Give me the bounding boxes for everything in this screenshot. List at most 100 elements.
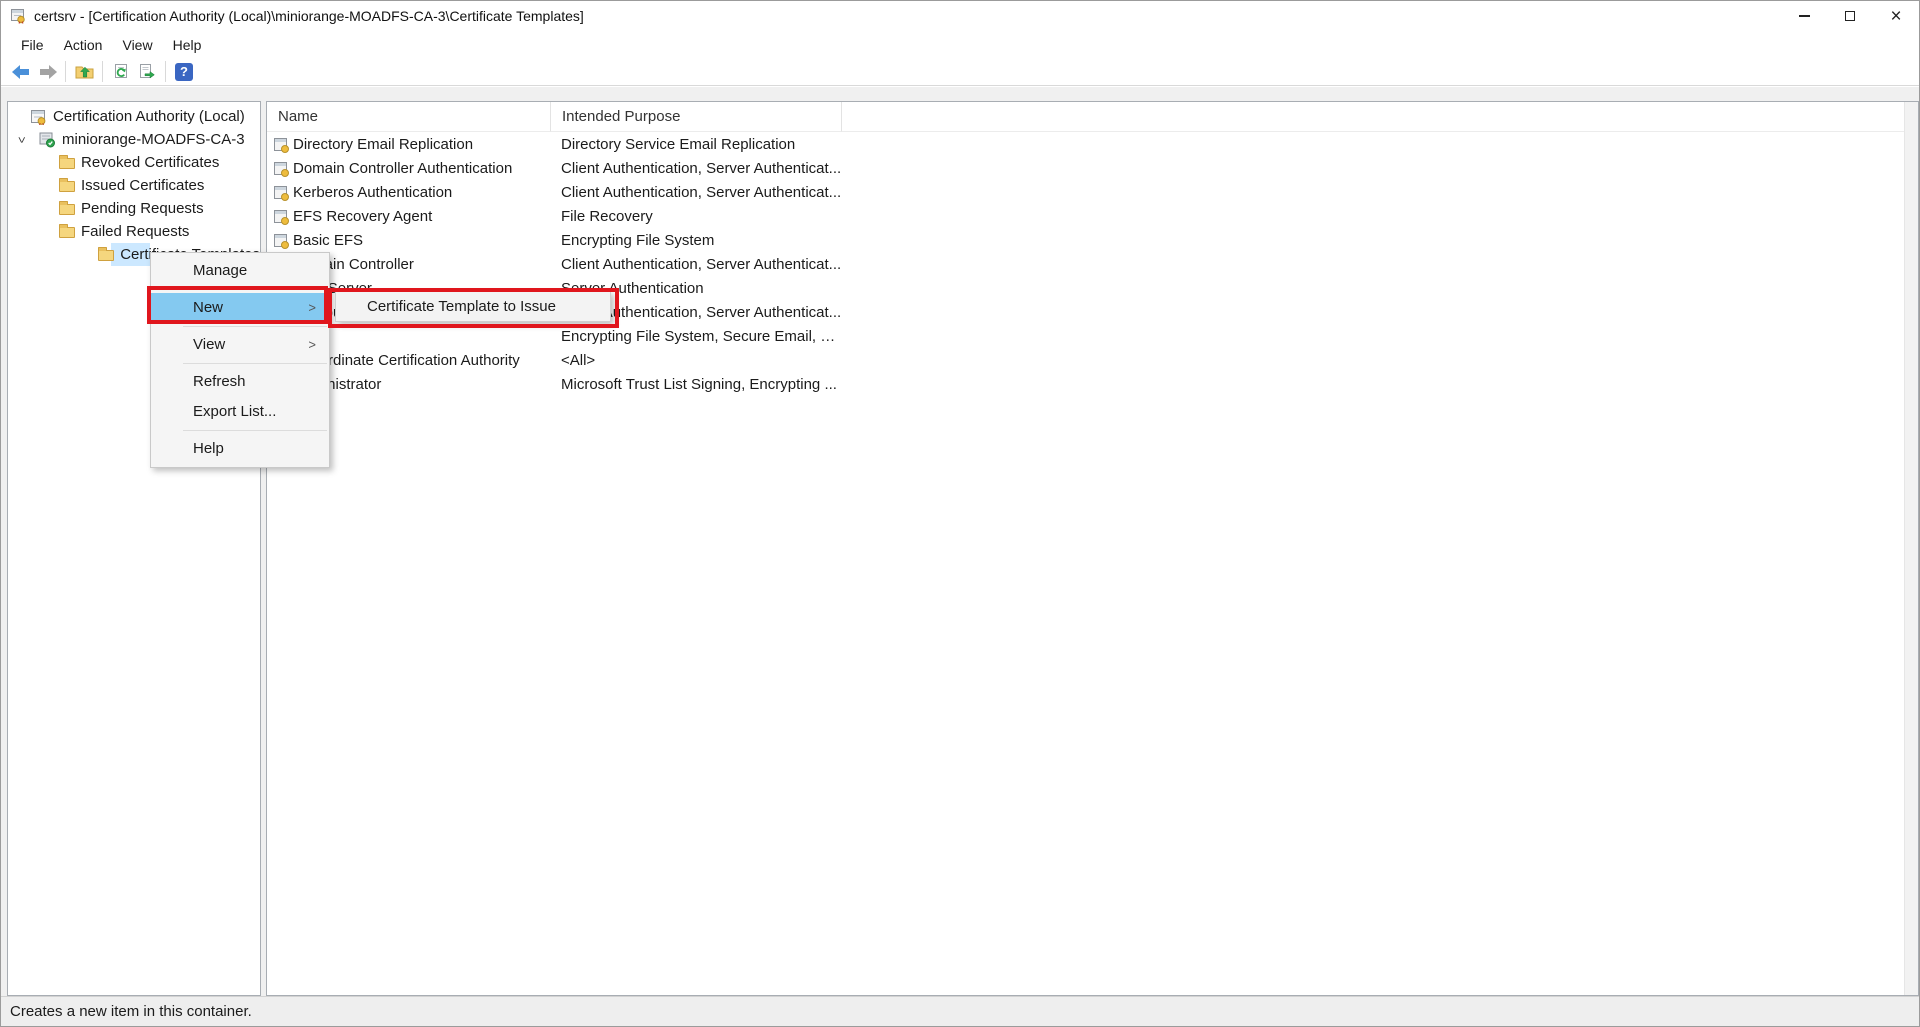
tree-item-failed-requests[interactable]: Failed Requests <box>8 220 260 243</box>
folder-icon <box>59 158 75 169</box>
column-header-name[interactable]: Name <box>267 102 551 132</box>
context-menu-item-view[interactable]: View > <box>151 330 329 360</box>
context-menu-item-refresh[interactable]: Refresh <box>151 367 329 397</box>
help-button[interactable]: ? <box>171 60 197 84</box>
template-purpose: Microsoft Trust List Signing, Encrypting… <box>551 376 842 393</box>
chevron-down-icon[interactable]: > <box>14 135 28 145</box>
table-row[interactable]: Domain Controller Authentication Client … <box>267 156 1918 180</box>
maximize-icon <box>1845 11 1855 21</box>
up-one-level-button[interactable] <box>71 60 97 84</box>
column-header-intended-purpose[interactable]: Intended Purpose <box>551 102 842 132</box>
toolbar-separator <box>165 61 166 82</box>
tree-item-revoked-certificates[interactable]: Revoked Certificates <box>8 151 260 174</box>
help-icon: ? <box>175 63 193 81</box>
menu-item-label: Manage <box>193 262 247 279</box>
export-list-icon <box>138 63 156 80</box>
context-menu-item-manage[interactable]: Manage <box>151 256 329 286</box>
template-name: Domain Controller Authentication <box>293 160 512 177</box>
template-purpose: Directory Service Email Replication <box>551 136 842 153</box>
certificate-template-icon <box>274 138 287 151</box>
template-name: Kerberos Authentication <box>293 184 452 201</box>
tree-item-issued-certificates[interactable]: Issued Certificates <box>8 174 260 197</box>
context-menu-item-help[interactable]: Help <box>151 434 329 464</box>
template-purpose: File Recovery <box>551 208 842 225</box>
template-name: Directory Email Replication <box>293 136 473 153</box>
window-title: certsrv - [Certification Authority (Loca… <box>34 8 584 24</box>
menu-item-label: Export List... <box>193 403 276 420</box>
template-list-pane: Name Intended Purpose Directory Email Re… <box>266 101 1919 996</box>
folder-icon <box>59 181 75 192</box>
forward-arrow-icon <box>38 65 57 79</box>
tree-item-label: Pending Requests <box>81 200 204 217</box>
menu-item-label: New <box>193 299 223 316</box>
tree-item-certification-authority[interactable]: Certification Authority (Local) <box>8 105 260 128</box>
menu-separator <box>151 323 329 330</box>
context-menu-item-export-list[interactable]: Export List... <box>151 397 329 427</box>
table-row[interactable]: Administrator Microsoft Trust List Signi… <box>267 372 1918 396</box>
toolbar: ? <box>1 58 1919 86</box>
table-row[interactable]: EFS Recovery Agent File Recovery <box>267 204 1918 228</box>
menu-item-label: View <box>193 336 225 353</box>
minimize-button[interactable] <box>1781 1 1827 31</box>
certsrv-app-icon <box>10 8 26 24</box>
minimize-icon <box>1799 15 1810 17</box>
menu-help[interactable]: Help <box>163 32 212 58</box>
back-arrow-icon <box>12 65 31 79</box>
certificate-template-icon <box>274 234 287 247</box>
toolbar-separator <box>102 61 103 82</box>
refresh-button[interactable] <box>108 60 134 84</box>
template-purpose: Encrypting File System <box>551 232 842 249</box>
template-purpose: Encrypting File System, Secure Email, Cl… <box>551 328 842 345</box>
menu-separator <box>151 427 329 434</box>
tree-item-pending-requests[interactable]: Pending Requests <box>8 197 260 220</box>
folder-icon <box>59 204 75 215</box>
back-button[interactable] <box>8 60 34 84</box>
context-menu: Manage New > View > Refresh Export List...… <box>150 252 330 468</box>
submenu-chevron-icon: > <box>308 330 316 360</box>
menu-item-label: Help <box>193 440 224 457</box>
ca-server-icon <box>38 131 56 148</box>
table-row[interactable]: Basic EFS Encrypting File System <box>267 228 1918 252</box>
folder-icon <box>59 227 75 238</box>
new-submenu: Certificate Template to Issue <box>335 291 611 322</box>
table-row[interactable]: User Encrypting File System, Secure Emai… <box>267 324 1918 348</box>
folder-icon <box>98 250 114 261</box>
status-text: Creates a new item in this container. <box>10 1003 252 1020</box>
list-header: Name Intended Purpose <box>267 102 1918 132</box>
certificate-template-icon <box>274 186 287 199</box>
menu-item-label: Refresh <box>193 373 246 390</box>
menu-separator <box>151 286 329 293</box>
table-row[interactable]: Subordinate Certification Authority <All… <box>267 348 1918 372</box>
tree-item-label: Revoked Certificates <box>81 154 219 171</box>
column-header-empty <box>842 102 1918 132</box>
tree-item-label: Issued Certificates <box>81 177 204 194</box>
tree-item-ca-node[interactable]: > miniorange-MOADFS-CA-3 <box>8 128 260 151</box>
submenu-item-certificate-template-to-issue[interactable]: Certificate Template to Issue <box>336 292 610 321</box>
status-bar: Creates a new item in this container. <box>1 996 1919 1027</box>
menu-file[interactable]: File <box>11 32 54 58</box>
certificate-template-icon <box>274 210 287 223</box>
console-tree-pane: Certification Authority (Local) > minior… <box>7 101 261 996</box>
template-purpose: Client Authentication, Server Authentica… <box>551 184 842 201</box>
workspace: Certification Authority (Local) > minior… <box>1 87 1919 996</box>
menu-separator <box>151 360 329 367</box>
table-row[interactable]: Directory Email Replication Directory Se… <box>267 132 1918 156</box>
template-name: Basic EFS <box>293 232 363 249</box>
submenu-chevron-icon: > <box>308 293 316 323</box>
template-purpose: <All> <box>551 352 842 369</box>
folder-up-icon <box>75 63 94 80</box>
maximize-button[interactable] <box>1827 1 1873 31</box>
context-menu-item-new[interactable]: New > <box>151 293 329 323</box>
export-list-button[interactable] <box>134 60 160 84</box>
menu-action[interactable]: Action <box>54 32 113 58</box>
close-button[interactable]: × <box>1873 1 1919 31</box>
tree-item-label: Failed Requests <box>81 223 189 240</box>
vertical-scrollbar[interactable] <box>1904 102 1918 995</box>
menu-bar: File Action View Help <box>1 31 1919 58</box>
forward-button[interactable] <box>34 60 60 84</box>
table-row[interactable]: Kerberos Authentication Client Authentic… <box>267 180 1918 204</box>
certificate-template-icon <box>274 162 287 175</box>
table-row[interactable]: Domain Controller Client Authentication,… <box>267 252 1918 276</box>
menu-view[interactable]: View <box>112 32 162 58</box>
template-purpose: Client Authentication, Server Authentica… <box>551 160 842 177</box>
